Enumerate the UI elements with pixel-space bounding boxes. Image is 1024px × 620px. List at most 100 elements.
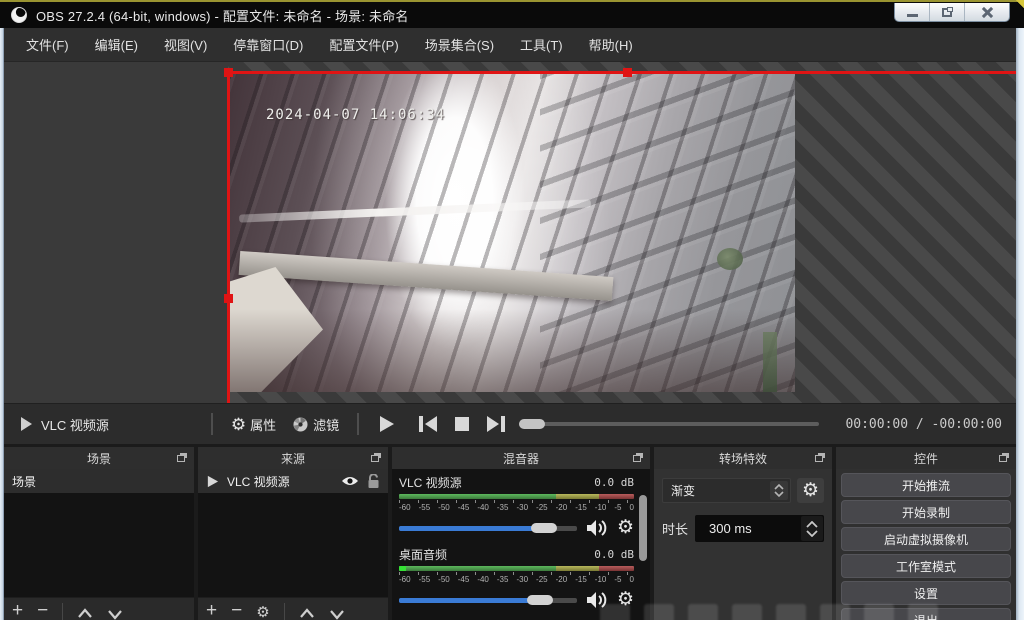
dock-area: 场景 场景 + − 来源 VLC 视频源	[3, 444, 1016, 620]
gear-icon: ⚙	[231, 416, 246, 433]
volume-thumb[interactable]	[527, 595, 553, 605]
mixer-scrollbar[interactable]	[639, 495, 647, 561]
menu-profile[interactable]: 配置文件(P)	[318, 29, 409, 60]
spinbox-arrows[interactable]	[801, 516, 823, 541]
video-shadow	[228, 309, 795, 392]
sources-list: VLC 视频源 + − ⚙	[198, 469, 388, 620]
controls-body: 开始推流 开始录制 启动虚拟摄像机 工作室模式 设置 退出	[836, 469, 1016, 620]
float-dock-icon[interactable]	[633, 453, 643, 462]
seek-thumb[interactable]	[519, 419, 545, 429]
source-play-icon	[206, 475, 219, 488]
remove-scene-button[interactable]: −	[37, 601, 48, 620]
settings-button[interactable]: 设置	[841, 581, 1011, 605]
float-dock-icon[interactable]	[177, 453, 187, 462]
scene-list-item[interactable]: 场景	[4, 469, 194, 493]
volume-slider[interactable]	[399, 523, 577, 533]
minimize-icon	[907, 14, 918, 17]
video-source-preview[interactable]: 2024-04-07 14:06:34	[228, 73, 795, 392]
remove-source-button[interactable]: −	[231, 601, 242, 620]
transitions-header[interactable]: 转场特效	[654, 447, 832, 469]
move-source-up-button[interactable]	[299, 606, 315, 620]
scenes-list: 场景 + −	[4, 469, 194, 620]
float-dock-icon[interactable]	[371, 453, 381, 462]
source-properties-gear-button[interactable]: ⚙	[256, 603, 269, 620]
channel-name: 桌面音频	[399, 546, 447, 563]
mixer-channel: VLC 视频源 0.0 dB	[399, 474, 634, 491]
minimize-button[interactable]	[895, 3, 930, 21]
float-dock-icon[interactable]	[815, 453, 825, 462]
selection-border-left	[227, 71, 230, 403]
camera-timestamp: 2024-04-07 14:06:34	[266, 107, 445, 123]
channel-settings-gear-icon[interactable]: ⚙	[617, 518, 634, 537]
menu-help[interactable]: 帮助(H)	[578, 29, 644, 60]
media-next-button[interactable]	[479, 410, 513, 438]
media-seek-slider[interactable]	[519, 419, 819, 429]
selection-handle-top-left[interactable]	[224, 68, 233, 77]
chevron-up-icon	[774, 484, 784, 490]
volume-thumb[interactable]	[531, 523, 557, 533]
menu-tools[interactable]: 工具(T)	[509, 29, 574, 60]
move-scene-up-button[interactable]	[77, 606, 93, 620]
float-dock-icon[interactable]	[999, 453, 1009, 462]
channel-name: VLC 视频源	[399, 474, 462, 491]
media-time: 00:00:00 / -00:00:00	[845, 417, 1002, 432]
scenes-header[interactable]: 场景	[4, 447, 194, 469]
start-recording-button[interactable]: 开始录制	[841, 500, 1011, 524]
combo-spinner[interactable]	[770, 481, 788, 500]
studio-mode-button[interactable]: 工作室模式	[841, 554, 1011, 578]
channel-level: 0.0 dB	[594, 476, 634, 489]
speaker-icon[interactable]	[586, 519, 608, 537]
media-play-button[interactable]	[369, 410, 403, 438]
controls-header[interactable]: 控件	[836, 447, 1016, 469]
play-icon	[376, 414, 396, 434]
volume-slider[interactable]	[399, 595, 577, 605]
sources-header[interactable]: 来源	[198, 447, 388, 469]
mixer-header[interactable]: 混音器	[392, 447, 650, 469]
maximize-button[interactable]	[930, 3, 965, 21]
transition-select[interactable]: 渐变	[662, 478, 791, 503]
move-source-down-button[interactable]	[329, 606, 345, 620]
maximize-icon	[942, 8, 952, 17]
chevron-up-icon	[806, 521, 818, 528]
menu-file[interactable]: 文件(F)	[15, 29, 80, 60]
start-virtual-camera-button[interactable]: 启动虚拟摄像机	[841, 527, 1011, 551]
volume-fill	[399, 598, 534, 603]
menu-docks[interactable]: 停靠窗口(D)	[222, 29, 314, 60]
properties-button[interactable]: ⚙ 属性	[223, 415, 284, 434]
preview-canvas[interactable]: 2024-04-07 14:06:34	[3, 62, 1016, 403]
channel-level: 0.0 dB	[594, 548, 634, 561]
duration-label: 时长	[662, 519, 688, 538]
menu-bar: 文件(F) 编辑(E) 视图(V) 停靠窗口(D) 配置文件(P) 场景集合(S…	[3, 28, 1016, 62]
chevron-down-icon	[806, 530, 818, 537]
menu-view[interactable]: 视图(V)	[153, 29, 218, 60]
menu-edit[interactable]: 编辑(E)	[84, 29, 149, 60]
gear-icon: ⚙	[802, 481, 819, 500]
scenes-toolbar: + −	[4, 597, 194, 620]
close-icon	[981, 6, 993, 18]
transitions-body: 渐变 ⚙ 时长 300 ms	[654, 469, 832, 620]
stop-icon	[454, 416, 470, 432]
lock-icon[interactable]	[367, 474, 380, 489]
scenes-dock: 场景 场景 + −	[4, 447, 194, 620]
meter-scale: -60-55-50-45-40-35-30-25-20-15-10-50	[399, 503, 634, 512]
filters-button[interactable]: 滤镜	[284, 415, 347, 434]
transition-settings-button[interactable]: ⚙	[797, 478, 824, 503]
menu-scene-collection[interactable]: 场景集合(S)	[414, 29, 505, 60]
selection-handle-left-middle[interactable]	[224, 294, 233, 303]
transitions-dock: 转场特效 渐变 ⚙ 时长 300 ms	[654, 447, 832, 620]
start-streaming-button[interactable]: 开始推流	[841, 473, 1011, 497]
visibility-eye-icon[interactable]	[341, 475, 359, 487]
window-title: OBS 27.2.4 (64-bit, windows) - 配置文件: 未命名…	[36, 6, 409, 25]
move-scene-down-button[interactable]	[107, 606, 123, 620]
add-source-button[interactable]: +	[206, 601, 217, 620]
selection-handle-top-center[interactable]	[623, 68, 632, 77]
next-icon	[486, 415, 506, 433]
add-scene-button[interactable]: +	[12, 601, 23, 620]
close-button[interactable]	[965, 3, 1009, 21]
media-stop-button[interactable]	[445, 410, 479, 438]
window-controls	[894, 3, 1010, 22]
media-previous-button[interactable]	[411, 410, 445, 438]
mixer-dock: 混音器 VLC 视频源 0.0 dB -60-55-50-45-40-35-30…	[392, 447, 650, 620]
duration-spinbox[interactable]: 300 ms	[695, 515, 824, 542]
source-list-item[interactable]: VLC 视频源	[198, 469, 388, 493]
